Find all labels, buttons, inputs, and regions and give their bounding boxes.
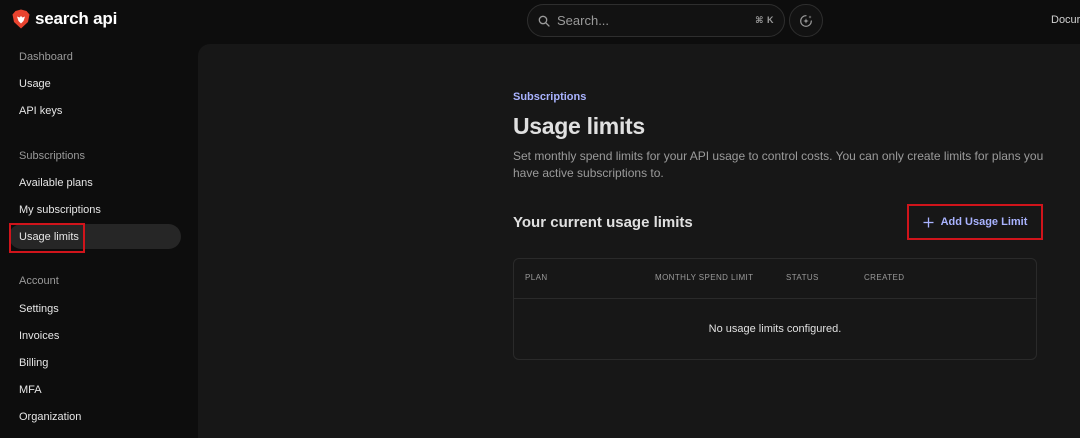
usage-limits-table: PLAN MONTHLY SPEND LIMIT STATUS CREATED … [513,258,1037,360]
plus-icon [923,217,934,227]
sidebar-item-mfa[interactable]: MFA [9,377,181,402]
sidebar-item-organization[interactable]: Organization [9,404,181,429]
app: search api Search... ⌘ K Docur Dashboard… [0,0,1080,438]
breadcrumb: Subscriptions [513,91,587,103]
top-bar: search api Search... ⌘ K Docur [0,0,1080,42]
sidebar-heading-dashboard: Dashboard [19,51,73,63]
sidebar-item-api-keys[interactable]: API keys [9,98,181,123]
search-input[interactable]: Search... ⌘ K [527,4,785,37]
brand-logo[interactable]: search api [12,9,117,29]
lion-shield-icon [12,9,30,29]
add-usage-limit-label: Add Usage Limit [940,216,1028,228]
sidebar-item-usage[interactable]: Usage [9,71,181,96]
sidebar-item-my-subscriptions[interactable]: My subscriptions [9,197,181,222]
search-shortcut: ⌘ K [755,15,774,25]
column-header-created[interactable]: CREATED [864,273,904,282]
section-title: Your current usage limits [513,214,693,231]
sidebar-heading-subscriptions: Subscriptions [19,150,86,162]
sparkle-circle-icon [800,14,812,27]
sidebar-item-invoices[interactable]: Invoices [9,323,181,348]
search-placeholder: Search... [557,13,610,28]
main-panel: Subscriptions Usage limits Set monthly s… [198,44,1080,438]
sidebar: Dashboard Usage API keys Subscriptions A… [0,42,196,438]
page-description: Set monthly spend limits for your API us… [513,149,1044,180]
sidebar-heading-account: Account [19,275,59,287]
ai-assistant-button[interactable] [789,4,823,37]
add-usage-limit-button[interactable]: Add Usage Limit [907,204,1043,240]
column-header-plan[interactable]: PLAN [525,273,548,282]
column-header-monthly-spend-limit[interactable]: MONTHLY SPEND LIMIT [655,273,753,282]
table-divider [514,298,1036,299]
brand-name: search api [35,9,118,28]
docs-link[interactable]: Docur [1051,14,1080,26]
sidebar-item-settings[interactable]: Settings [9,296,181,321]
search-icon [538,15,550,27]
page-title: Usage limits [513,113,645,139]
empty-state-message: No usage limits configured. [708,323,842,335]
sidebar-item-billing[interactable]: Billing [9,350,181,375]
sidebar-item-usage-limits[interactable]: Usage limits [9,224,181,249]
sidebar-item-available-plans[interactable]: Available plans [9,170,181,195]
column-header-status[interactable]: STATUS [786,273,819,282]
